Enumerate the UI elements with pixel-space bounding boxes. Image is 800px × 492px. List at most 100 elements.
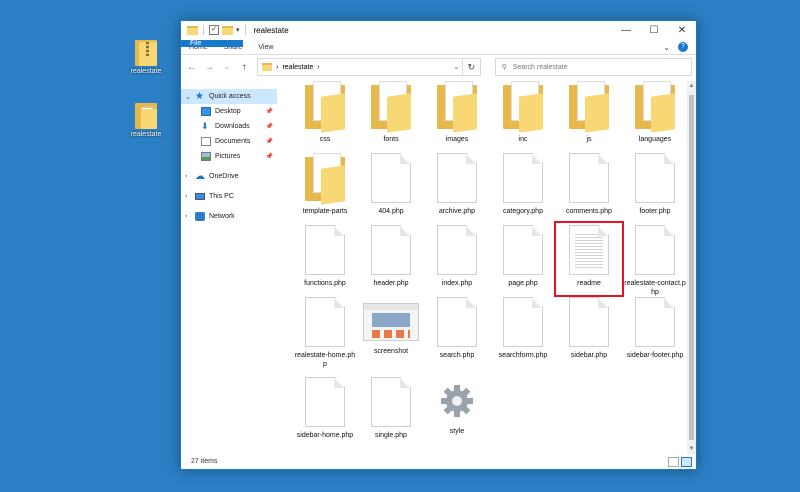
file-item-header-php[interactable]: header.php	[360, 225, 422, 288]
search-box[interactable]: ⚲ Search realestate	[494, 58, 692, 76]
details-view-icon[interactable]	[668, 456, 679, 467]
nav-item-label: OneDrive	[209, 173, 239, 180]
refresh-icon[interactable]: ↻	[463, 58, 481, 76]
tab-file[interactable]: File	[181, 40, 243, 47]
nav-item-pictures[interactable]: Pictures 📌	[181, 149, 277, 164]
nav-item-onedrive[interactable]: › ☁ OneDrive	[181, 169, 277, 184]
file-item-inc[interactable]: inc	[492, 81, 554, 144]
maximize-button[interactable]: ☐	[640, 21, 668, 40]
folder-icon	[135, 103, 157, 129]
breadcrumb-realestate[interactable]: realestate	[282, 64, 313, 71]
forward-icon[interactable]: →	[203, 62, 217, 73]
file-name: functions.php	[304, 280, 346, 287]
file-item-screenshot[interactable]: screenshot	[360, 297, 422, 356]
pictures-icon	[201, 152, 211, 161]
file-item-template-parts[interactable]: template-parts	[294, 153, 356, 216]
file-item-languages[interactable]: languages	[624, 81, 686, 144]
file-icon	[569, 297, 609, 347]
file-icon	[503, 225, 543, 275]
file-item-functions-php[interactable]: functions.php	[294, 225, 356, 288]
file-item-sidebar-php[interactable]: sidebar.php	[558, 297, 620, 360]
desktop-icon-realestate-folder[interactable]: realestate	[126, 103, 166, 138]
file-icon	[371, 153, 411, 203]
file-item-searchform-php[interactable]: searchform.php	[492, 297, 554, 360]
expand-ribbon-icon[interactable]: ⌄	[663, 43, 670, 52]
file-item-realestate-home-php[interactable]: realestate-home.php	[294, 297, 356, 369]
desktop-icon	[201, 107, 211, 116]
customize-toolbar-icon[interactable]: ▾	[236, 26, 240, 34]
file-icon	[437, 297, 477, 347]
scroll-down-icon[interactable]: ▼	[687, 444, 696, 454]
address-dropdown-icon[interactable]: ⌄	[450, 63, 462, 71]
file-item-js[interactable]: js	[558, 81, 620, 144]
tab-view[interactable]: View	[250, 40, 281, 54]
file-item-archive-php[interactable]: archive.php	[426, 153, 488, 216]
nav-item-desktop[interactable]: Desktop 📌	[181, 104, 277, 119]
cloud-icon: ☁	[195, 171, 205, 182]
large-icons-view-icon[interactable]	[681, 456, 692, 467]
recent-locations-icon[interactable]: ⌄	[220, 63, 234, 71]
file-item-style[interactable]: style	[426, 377, 488, 436]
breadcrumb-separator-icon[interactable]: ›	[317, 64, 319, 71]
file-icon	[371, 225, 411, 275]
folder-icon	[187, 25, 198, 35]
new-folder-icon[interactable]	[222, 25, 233, 35]
file-name: template-parts	[302, 208, 348, 215]
nav-item-downloads[interactable]: ⬇ Downloads 📌	[181, 119, 277, 134]
nav-item-network[interactable]: › Network	[181, 209, 277, 224]
vertical-scrollbar[interactable]: ▲ ▼	[687, 81, 696, 454]
file-item-realestate-contact-php[interactable]: realestate-contact.php	[624, 225, 686, 297]
up-icon[interactable]: ↑	[238, 62, 252, 73]
status-bar: 27 items	[181, 454, 696, 469]
file-item-404-php[interactable]: 404.php	[360, 153, 422, 216]
file-name: searchform.php	[498, 352, 548, 359]
star-icon: ★	[195, 91, 204, 102]
folder-icon	[569, 81, 609, 133]
close-button[interactable]: ✕	[668, 21, 696, 40]
file-item-category-php[interactable]: category.php	[492, 153, 554, 216]
file-item-sidebar-footer-php[interactable]: sidebar-footer.php	[624, 297, 686, 360]
minimize-button[interactable]: —	[612, 21, 640, 40]
file-item-comments-php[interactable]: comments.php	[558, 153, 620, 216]
collapse-icon[interactable]: ⌄	[185, 93, 191, 101]
search-input[interactable]: Search realestate	[513, 64, 568, 71]
file-item-single-php[interactable]: single.php	[360, 377, 422, 440]
file-icon	[635, 225, 675, 275]
file-item-sidebar-home-php[interactable]: sidebar-home.php	[294, 377, 356, 440]
file-name: screenshot	[373, 348, 409, 355]
help-icon[interactable]: ?	[678, 42, 688, 52]
file-item-page-php[interactable]: page.php	[492, 225, 554, 288]
file-name: page.php	[508, 280, 538, 287]
expand-icon[interactable]: ›	[185, 173, 191, 180]
network-icon	[195, 212, 205, 221]
file-item-index-php[interactable]: index.php	[426, 225, 488, 288]
scroll-up-icon[interactable]: ▲	[687, 81, 696, 91]
file-name: archive.php	[438, 208, 476, 215]
file-icon	[437, 153, 477, 203]
file-icon	[437, 225, 477, 275]
file-item-fonts[interactable]: fonts	[360, 81, 422, 144]
folder-icon	[305, 81, 345, 133]
expand-icon[interactable]: ›	[185, 213, 191, 220]
file-icon	[305, 225, 345, 275]
back-icon[interactable]: ←	[185, 62, 199, 73]
nav-item-this-pc[interactable]: › This PC	[181, 189, 277, 204]
properties-icon[interactable]: ✓	[209, 25, 219, 35]
file-item-footer-php[interactable]: footer.php	[624, 153, 686, 216]
desktop-icon-realestate-zip[interactable]: realestate	[126, 40, 166, 75]
file-item-search-php[interactable]: search.php	[426, 297, 488, 360]
item-count: 27 items	[191, 458, 218, 465]
window-title: realestate	[253, 25, 289, 35]
file-name: images	[445, 136, 469, 143]
file-icon	[503, 297, 543, 347]
nav-item-documents[interactable]: Documents 📌	[181, 134, 277, 149]
file-item-css[interactable]: css	[294, 81, 356, 144]
file-item-images[interactable]: images	[426, 81, 488, 144]
file-name: inc	[518, 136, 528, 143]
address-bar[interactable]: › realestate › ⌄	[257, 58, 464, 76]
nav-item-quick-access[interactable]: ⌄ ★ Quick access	[181, 89, 277, 104]
file-name: js	[586, 136, 592, 143]
file-name: header.php	[373, 280, 409, 287]
scrollbar-thumb[interactable]	[689, 95, 694, 440]
expand-icon[interactable]: ›	[185, 193, 191, 200]
